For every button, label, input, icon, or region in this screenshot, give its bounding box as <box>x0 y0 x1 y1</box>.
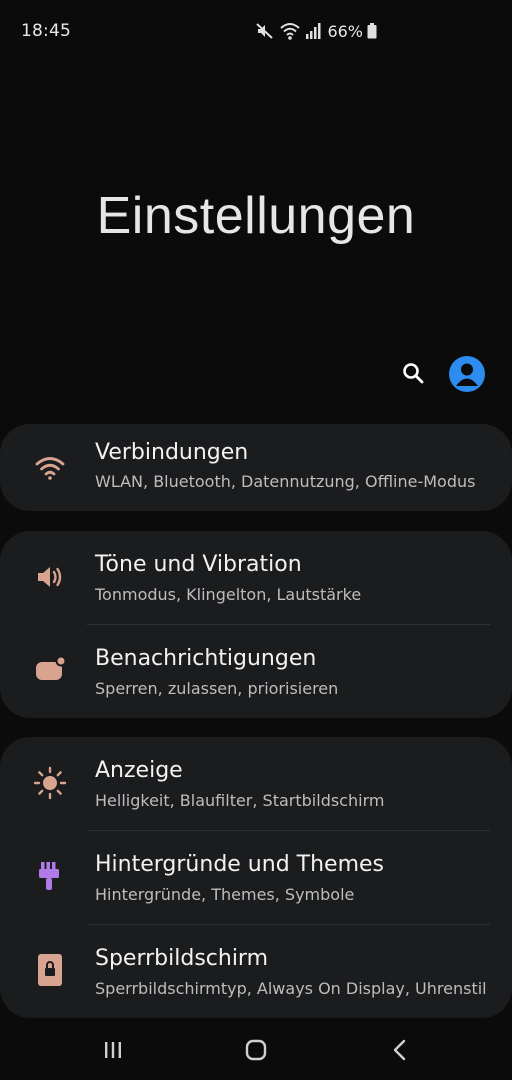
item-title: Hintergründe und Themes <box>95 852 384 877</box>
back-icon <box>390 1039 410 1065</box>
item-subtitle: Sperren, zulassen, priorisieren <box>95 679 339 698</box>
status-bar: 18:45 66% <box>0 0 512 64</box>
home-icon <box>245 1039 267 1065</box>
item-subtitle: Hintergründe, Themes, Symbole <box>95 885 355 904</box>
status-time: 18:45 <box>21 21 71 41</box>
back-button[interactable] <box>384 1036 416 1068</box>
wifi-icon <box>32 450 68 486</box>
battery-percentage: 66% <box>327 21 363 41</box>
item-subtitle: Helligkeit, Blaufilter, Startbildschirm <box>95 791 385 810</box>
settings-item-connections[interactable]: Verbindungen WLAN, Bluetooth, Datennutzu… <box>0 424 512 511</box>
status-icons: 66% <box>255 20 377 42</box>
item-title: Benachrichtigungen <box>95 646 317 671</box>
account-icon <box>449 363 485 392</box>
settings-item-sounds[interactable]: Töne und Vibration Tonmodus, Klingelton,… <box>0 531 512 624</box>
account-button[interactable] <box>449 356 485 392</box>
item-subtitle: WLAN, Bluetooth, Datennutzung, Offline-M… <box>95 472 476 491</box>
item-title: Anzeige <box>95 758 183 783</box>
paintbrush-icon <box>32 858 68 894</box>
settings-item-display[interactable]: Anzeige Helligkeit, Blaufilter, Startbil… <box>0 737 512 830</box>
search-button[interactable] <box>398 360 428 390</box>
settings-item-wallpapers-themes[interactable]: Hintergründe und Themes Hintergründe, Th… <box>0 831 512 924</box>
item-subtitle: Sperrbildschirmtyp, Always On Display, U… <box>95 979 487 998</box>
wifi-icon <box>279 21 301 41</box>
settings-item-notifications[interactable]: Benachrichtigungen Sperren, zulassen, pr… <box>0 625 512 718</box>
navigation-bar <box>0 1024 512 1080</box>
search-icon <box>401 361 425 389</box>
home-button[interactable] <box>240 1036 272 1068</box>
lock-icon <box>32 952 68 988</box>
signal-icon <box>305 22 321 40</box>
mute-icon <box>255 21 275 41</box>
settings-screen: 18:45 66% Einstellungen Verbindungen WLA… <box>0 0 512 1080</box>
recent-apps-icon <box>102 1040 124 1064</box>
settings-group-sound-notifications: Töne und Vibration Tonmodus, Klingelton,… <box>0 531 512 718</box>
brightness-icon <box>32 765 68 801</box>
settings-item-lockscreen[interactable]: Sperrbildschirm Sperrbildschirmtyp, Alwa… <box>0 925 512 1018</box>
page-title: Einstellungen <box>96 187 416 245</box>
battery-icon <box>367 23 377 39</box>
item-title: Verbindungen <box>95 440 249 465</box>
settings-group-display: Anzeige Helligkeit, Blaufilter, Startbil… <box>0 737 512 1018</box>
settings-group-connections: Verbindungen WLAN, Bluetooth, Datennutzu… <box>0 424 512 511</box>
item-title: Töne und Vibration <box>95 552 302 577</box>
speaker-icon <box>32 559 68 595</box>
recent-apps-button[interactable] <box>97 1036 129 1068</box>
item-title: Sperrbildschirm <box>95 946 269 971</box>
notification-icon <box>32 651 68 687</box>
item-subtitle: Tonmodus, Klingelton, Lautstärke <box>95 585 362 604</box>
